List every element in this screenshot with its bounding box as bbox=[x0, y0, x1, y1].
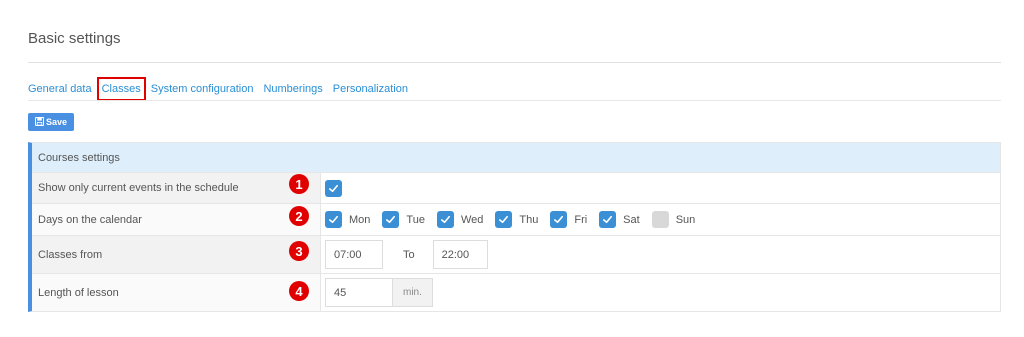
row-label: Classes from bbox=[32, 236, 321, 273]
day-label: Fri bbox=[574, 213, 588, 226]
row-label: Days on the calendar bbox=[32, 204, 321, 235]
day-label: Sat bbox=[623, 213, 640, 226]
annotation-marker-2: 2 bbox=[289, 206, 309, 226]
unit-label: min. bbox=[393, 278, 433, 307]
tab-classes[interactable]: Classes bbox=[96, 77, 146, 101]
checkbox[interactable] bbox=[436, 211, 454, 228]
annotation-marker-1: 1 bbox=[289, 174, 309, 194]
checkbox[interactable] bbox=[550, 211, 568, 228]
check-icon bbox=[554, 215, 564, 224]
row-lesson-length: Length of lesson 45 min. bbox=[32, 273, 1000, 311]
row-label: Length of lesson bbox=[32, 274, 321, 311]
title-divider bbox=[28, 62, 1001, 63]
checkbox[interactable] bbox=[325, 211, 342, 228]
lesson-length-input[interactable]: 45 bbox=[325, 278, 393, 307]
row-current-events: Show only current events in the schedule bbox=[32, 172, 1000, 203]
row-value: 07:00 To 22:00 bbox=[321, 236, 1000, 273]
row-days-calendar: Days on the calendar Mon Tue Wed Thu Fri… bbox=[32, 203, 1000, 235]
tab-system-configuration[interactable]: System configuration bbox=[151, 83, 254, 95]
check-icon bbox=[386, 215, 396, 224]
day-label: Sun bbox=[675, 213, 696, 226]
checkbox[interactable] bbox=[599, 211, 617, 228]
row-value: Mon Tue Wed Thu Fri Sat Sun bbox=[321, 204, 1000, 235]
day-thu[interactable]: Thu bbox=[495, 211, 538, 228]
page-title: Basic settings bbox=[28, 30, 121, 47]
tab-bar: General data Classes System configuratio… bbox=[28, 77, 418, 101]
tab-personalization[interactable]: Personalization bbox=[333, 83, 408, 95]
to-label: To bbox=[403, 248, 415, 261]
annotation-marker-3: 3 bbox=[289, 241, 309, 261]
current-events-checkbox[interactable] bbox=[325, 179, 342, 197]
checkbox[interactable] bbox=[495, 211, 513, 228]
day-wed[interactable]: Wed bbox=[436, 211, 484, 228]
row-classes-from: Classes from 07:00 To 22:00 bbox=[32, 235, 1000, 273]
panel-header: Courses settings bbox=[32, 143, 1000, 172]
save-button-label: Save bbox=[45, 117, 68, 127]
day-label: Thu bbox=[519, 213, 539, 226]
annotation-marker-4: 4 bbox=[289, 281, 309, 301]
row-value: 45 min. bbox=[321, 274, 1000, 311]
floppy-disk-icon bbox=[34, 116, 45, 128]
check-icon bbox=[329, 184, 338, 192]
day-fri[interactable]: Fri bbox=[550, 211, 587, 228]
day-sat[interactable]: Sat bbox=[599, 211, 640, 228]
save-button[interactable]: Save bbox=[28, 113, 74, 131]
row-value bbox=[321, 173, 1000, 203]
tab-numberings[interactable]: Numberings bbox=[263, 83, 322, 95]
checkbox[interactable] bbox=[651, 211, 669, 228]
day-label: Wed bbox=[460, 213, 484, 226]
check-icon bbox=[603, 215, 613, 224]
day-label: Mon bbox=[349, 213, 371, 226]
day-mon[interactable]: Mon bbox=[325, 211, 370, 228]
check-icon bbox=[329, 215, 338, 224]
checkbox[interactable] bbox=[382, 211, 400, 228]
day-sun[interactable]: Sun bbox=[651, 211, 696, 228]
day-tue[interactable]: Tue bbox=[382, 211, 425, 228]
check-icon bbox=[499, 215, 509, 224]
classes-to-input[interactable]: 22:00 bbox=[432, 240, 488, 269]
classes-from-input[interactable]: 07:00 bbox=[325, 240, 383, 269]
day-label: Tue bbox=[406, 213, 425, 226]
row-label: Show only current events in the schedule bbox=[32, 173, 321, 203]
tabs-divider bbox=[28, 100, 1001, 101]
tab-general-data[interactable]: General data bbox=[28, 83, 92, 95]
courses-settings-panel: Courses settings Show only current event… bbox=[28, 142, 1001, 312]
check-icon bbox=[440, 215, 450, 224]
